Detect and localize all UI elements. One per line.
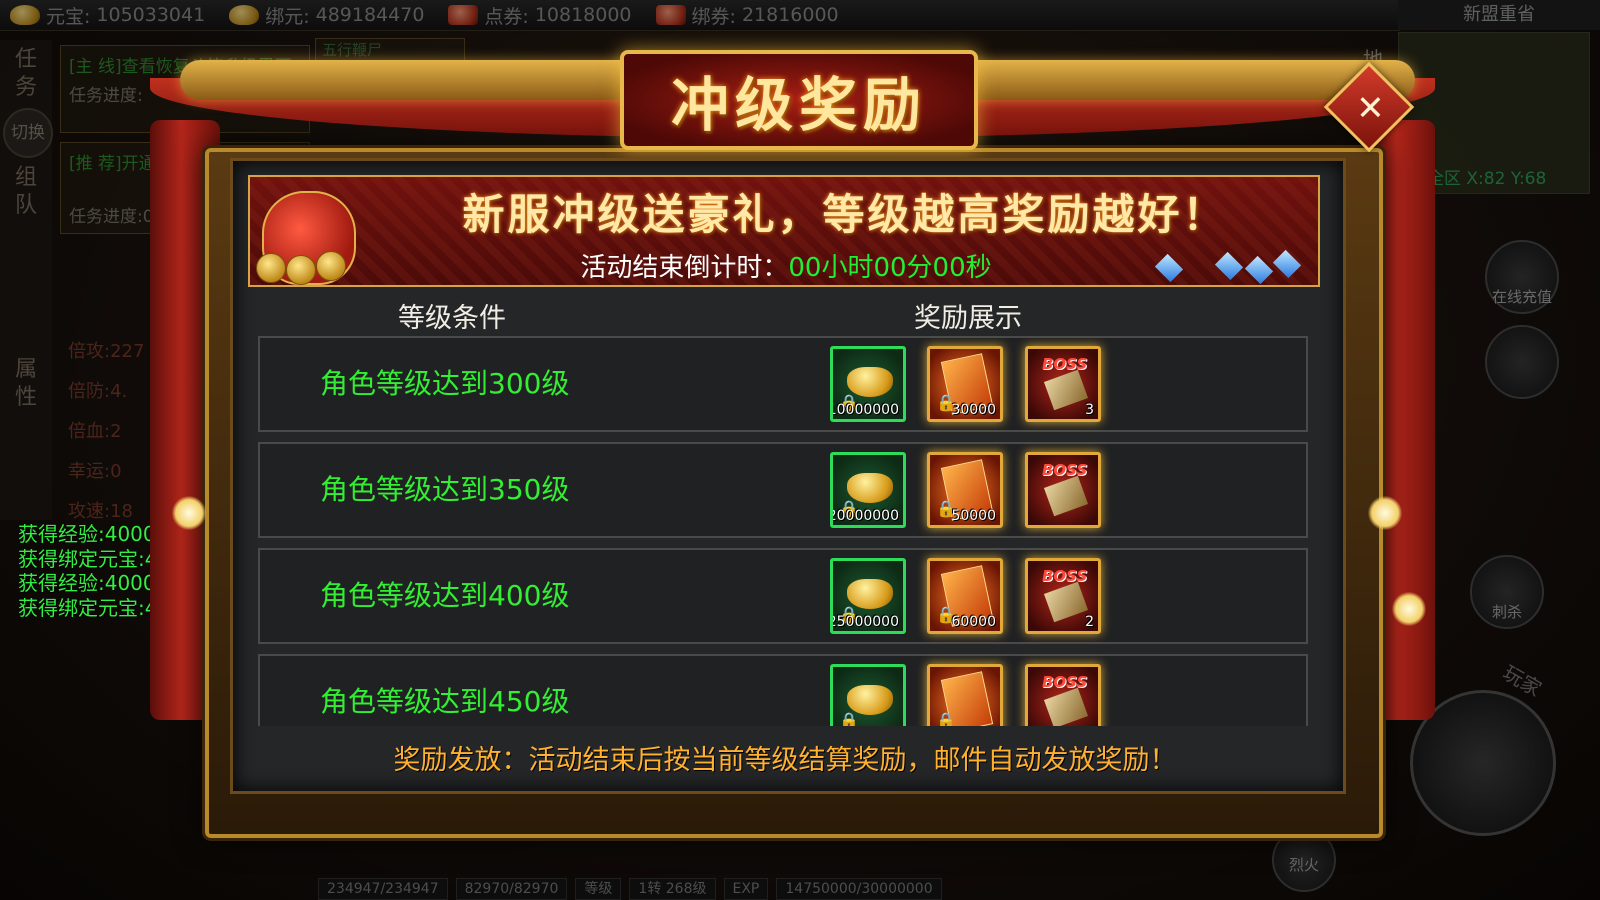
reward-quantity: 3: [1085, 402, 1094, 418]
column-header-condition: 等级条件: [398, 303, 506, 334]
level-condition: 角色等级达到400级: [320, 579, 570, 612]
gain-log: 获得经验:40000 获得绑定元宝:40 获得经验:40000 获得绑定元宝:4…: [18, 522, 170, 620]
reward-item[interactable]: 🔒 60000: [927, 558, 1003, 634]
gain-log-line: 获得绑定元宝:40: [18, 595, 171, 620]
reward-item[interactable]: 🔒: [927, 664, 1003, 726]
lock-icon: 🔒: [839, 711, 859, 726]
reward-item[interactable]: 🔒 30000: [927, 346, 1003, 422]
reward-item[interactable]: 🔒: [830, 664, 906, 726]
boss-token-icon: [1043, 475, 1089, 517]
column-header-rewards: 奖励展示: [914, 303, 1022, 334]
lotus-lamp-icon: [172, 496, 206, 530]
reward-quantity: 30000: [951, 402, 996, 418]
modal-title-plate: 冲级奖励: [620, 50, 978, 150]
reward-item[interactable]: BOSS 3: [1025, 346, 1101, 422]
gain-log-line: 获得绑定元宝:40: [18, 546, 171, 571]
reward-quantity: 60000: [951, 614, 996, 630]
level-condition: 角色等级达到350级: [320, 473, 570, 506]
banner-slogan: 新服冲级送豪礼，等级越高奖励越好！: [462, 190, 1228, 239]
boss-label: BOSS: [1042, 461, 1088, 479]
reward-row: 角色等级达到300级 🔒 10000000 🔒 30000 BOSS 3: [258, 336, 1308, 432]
reward-quantity: 25000000: [830, 614, 899, 630]
reward-item[interactable]: BOSS 2: [1025, 558, 1101, 634]
reward-item[interactable]: 🔒 50000: [927, 452, 1003, 528]
boss-label: BOSS: [1042, 567, 1088, 585]
level-condition: 角色等级达到300级: [320, 367, 570, 400]
reward-list[interactable]: 角色等级达到300级 🔒 10000000 🔒 30000 BOSS 3 角色等级达到350级…: [258, 336, 1308, 726]
reward-quantity: 10000000: [830, 402, 899, 418]
modal-title: 冲级奖励: [670, 71, 927, 139]
reward-item[interactable]: BOSS: [1025, 664, 1101, 726]
reward-row: 角色等级达到350级 🔒 20000000 🔒 50000 BOSS: [258, 442, 1308, 538]
countdown-label: 活动结束倒计时：: [580, 253, 789, 283]
gain-log-line: 获得经验:40000: [18, 522, 169, 546]
reward-item[interactable]: 🔒 10000000: [830, 346, 906, 422]
boss-label: BOSS: [1042, 673, 1088, 691]
reward-quantity: 50000: [951, 508, 996, 524]
close-icon: ✕: [1349, 92, 1389, 122]
boss-label: BOSS: [1042, 355, 1088, 373]
level-condition: 角色等级达到450级: [320, 685, 570, 718]
reward-item[interactable]: 🔒 20000000: [830, 452, 906, 528]
reward-quantity: 2: [1085, 614, 1094, 630]
lotus-lamp-icon: [1392, 592, 1426, 626]
reward-row: 角色等级达到450级 🔒 🔒 BOSS: [258, 654, 1308, 726]
lock-icon: 🔒: [936, 711, 956, 726]
reward-item[interactable]: BOSS: [1025, 452, 1101, 528]
reward-item[interactable]: 🔒 25000000: [830, 558, 906, 634]
reward-quantity: 20000000: [830, 508, 899, 524]
countdown: 活动结束倒计时：00小时00分00秒: [250, 247, 1318, 284]
boss-token-icon: [1043, 687, 1089, 726]
countdown-value: 00小时00分00秒: [788, 253, 992, 283]
boss-token-icon: [1043, 369, 1089, 411]
gain-log-line: 获得经验:40000: [18, 571, 169, 595]
footer-note: 奖励发放：活动结束后按当前等级结算奖励，邮件自动发放奖励！: [393, 745, 1177, 776]
boss-token-icon: [1043, 581, 1089, 623]
reward-row: 角色等级达到400级 🔒 25000000 🔒 60000 BOSS 2: [258, 548, 1308, 644]
event-banner: 新服冲级送豪礼，等级越高奖励越好！ 活动结束倒计时：00小时00分00秒: [248, 175, 1320, 287]
lotus-lamp-icon: [1368, 496, 1402, 530]
